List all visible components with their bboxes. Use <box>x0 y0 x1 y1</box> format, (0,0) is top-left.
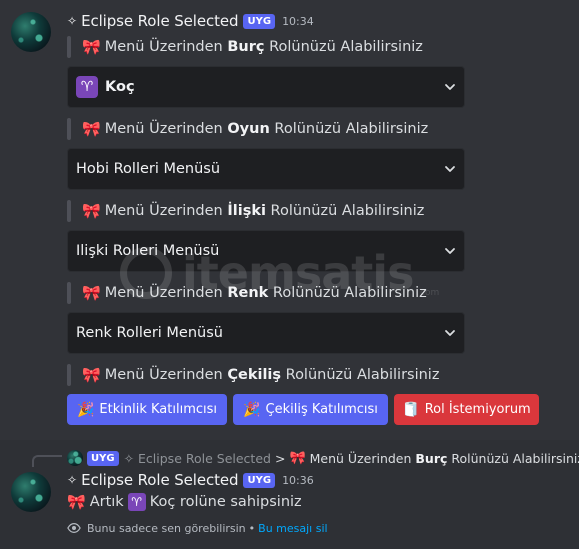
section-text: Menü Üzerinden Renk Rolünüzü Alabilirsin… <box>104 285 427 301</box>
roll-icon: 🧻 <box>402 401 420 418</box>
message-1: ✧ Eclipse Role Selected UYG 10:34 🎀 Menü… <box>0 0 579 440</box>
select-menu-burc[interactable]: ♈ Koç <box>67 66 465 108</box>
quote-bar <box>67 282 71 304</box>
sparkle-icon: ✧ <box>123 450 139 466</box>
ribbon-icon: 🎀 <box>289 450 306 466</box>
button-label: Etkinlik Katılımcısı <box>99 402 217 417</box>
chevron-down-icon <box>445 248 455 254</box>
button-label: Çekiliş Katılımcısı <box>265 402 378 417</box>
ephemeral-text: Bunu sadece sen görebilirsin <box>87 521 246 535</box>
quote-bar <box>67 36 71 58</box>
reply-connector <box>32 455 62 467</box>
button-label: Rol İstemiyorum <box>424 402 531 417</box>
select-menu-iliski[interactable]: Ilişki Rolleri Menüsü <box>67 230 465 272</box>
eye-icon <box>67 523 81 533</box>
quote-bar <box>67 200 71 222</box>
timestamp[interactable]: 10:36 <box>282 474 314 487</box>
reply-app-badge: UYG <box>87 450 119 466</box>
username[interactable]: Eclipse Role Selected <box>81 471 239 489</box>
select-value: Koç <box>105 79 135 95</box>
sparkle-icon: ✧ <box>67 14 78 28</box>
section-heading-oyun: 🎀 Menü Üzerinden Oyun Rolünüzü Alabilirs… <box>67 118 428 140</box>
sparkle-icon: ✧ <box>67 473 78 487</box>
bot-avatar[interactable] <box>11 12 51 52</box>
aries-icon: ♈ <box>76 76 98 98</box>
dismiss-message-link[interactable]: Bu mesajı sil <box>258 522 327 535</box>
ribbon-icon: 🎀 <box>82 38 101 56</box>
section-text: Menü Üzerinden Oyun Rolünüzü Alabilirsin… <box>104 121 429 137</box>
reply-avatar <box>67 450 83 466</box>
app-badge: UYG <box>243 13 276 29</box>
content-text-after: Koç rolüne sahipsiniz <box>149 494 302 510</box>
ribbon-icon: 🎀 <box>82 120 101 138</box>
ribbon-icon: 🎀 <box>67 493 86 511</box>
reply-arrow: > <box>274 450 286 466</box>
rol-istemiyorum-button[interactable]: 🧻 Rol İstemiyorum <box>394 394 539 425</box>
select-menu-renk[interactable]: Renk Rolleri Menüsü <box>67 312 465 354</box>
quote-bar <box>67 364 71 386</box>
select-placeholder: Hobi Rolleri Menüsü <box>76 161 221 177</box>
reply-preview: Menü Üzerinden Burç Rolünüzü Alabilirsin… <box>309 450 579 466</box>
ribbon-icon: 🎀 <box>82 366 101 384</box>
section-heading-iliski: 🎀 Menü Üzerinden İlişki Rolünüzü Alabili… <box>67 200 424 222</box>
select-placeholder: Ilişki Rolleri Menüsü <box>76 243 220 259</box>
bot-avatar[interactable] <box>11 472 51 512</box>
message-header: ✧ Eclipse Role Selected UYG 10:34 <box>67 12 314 30</box>
section-text: Menü Üzerinden Burç Rolünüzü Alabilirsin… <box>104 39 423 55</box>
section-heading-cekilis: 🎀 Menü Üzerinden Çekiliş Rolünüzü Alabil… <box>67 364 439 386</box>
username[interactable]: Eclipse Role Selected <box>81 12 239 30</box>
content-text-before: Artık <box>89 494 124 510</box>
section-text: Menü Üzerinden İlişki Rolünüzü Alabilirs… <box>104 203 425 219</box>
party-popper-icon: 🎉 <box>243 401 261 418</box>
reply-username: Eclipse Role Selected <box>138 450 271 466</box>
app-badge: UYG <box>243 472 276 488</box>
chevron-down-icon <box>445 330 455 336</box>
party-popper-icon: 🎉 <box>76 401 95 418</box>
ribbon-icon: 🎀 <box>82 202 101 220</box>
reply-reference[interactable]: UYG ✧ Eclipse Role Selected > 🎀 Menü Üze… <box>67 450 579 466</box>
chevron-down-icon <box>445 84 455 90</box>
aries-icon: ♈ <box>127 493 146 511</box>
select-menu-hobi[interactable]: Hobi Rolleri Menüsü <box>67 148 465 190</box>
quote-bar <box>67 118 71 140</box>
section-heading-renk: 🎀 Menü Üzerinden Renk Rolünüzü Alabilirs… <box>67 282 427 304</box>
message-content: 🎀 Artık ♈ Koç rolüne sahipsiniz <box>67 493 302 511</box>
ribbon-icon: 🎀 <box>82 284 101 302</box>
message-header: ✧ Eclipse Role Selected UYG 10:36 <box>67 471 314 489</box>
section-heading-burc: 🎀 Menü Üzerinden Burç Rolünüzü Alabilirs… <box>67 36 423 58</box>
timestamp[interactable]: 10:34 <box>282 15 314 28</box>
etkinlik-katilimcisi-button[interactable]: 🎉 Etkinlik Katılımcısı <box>67 394 227 425</box>
cekilis-katilimcisi-button[interactable]: 🎉 Çekiliş Katılımcısı <box>233 394 388 425</box>
chevron-down-icon <box>445 166 455 172</box>
ephemeral-notice: Bunu sadece sen görebilirsin • Bu mesajı… <box>67 521 328 535</box>
separator: • <box>248 521 256 535</box>
select-placeholder: Renk Rolleri Menüsü <box>76 325 223 341</box>
section-text: Menü Üzerinden Çekiliş Rolünüzü Alabilir… <box>104 367 440 383</box>
